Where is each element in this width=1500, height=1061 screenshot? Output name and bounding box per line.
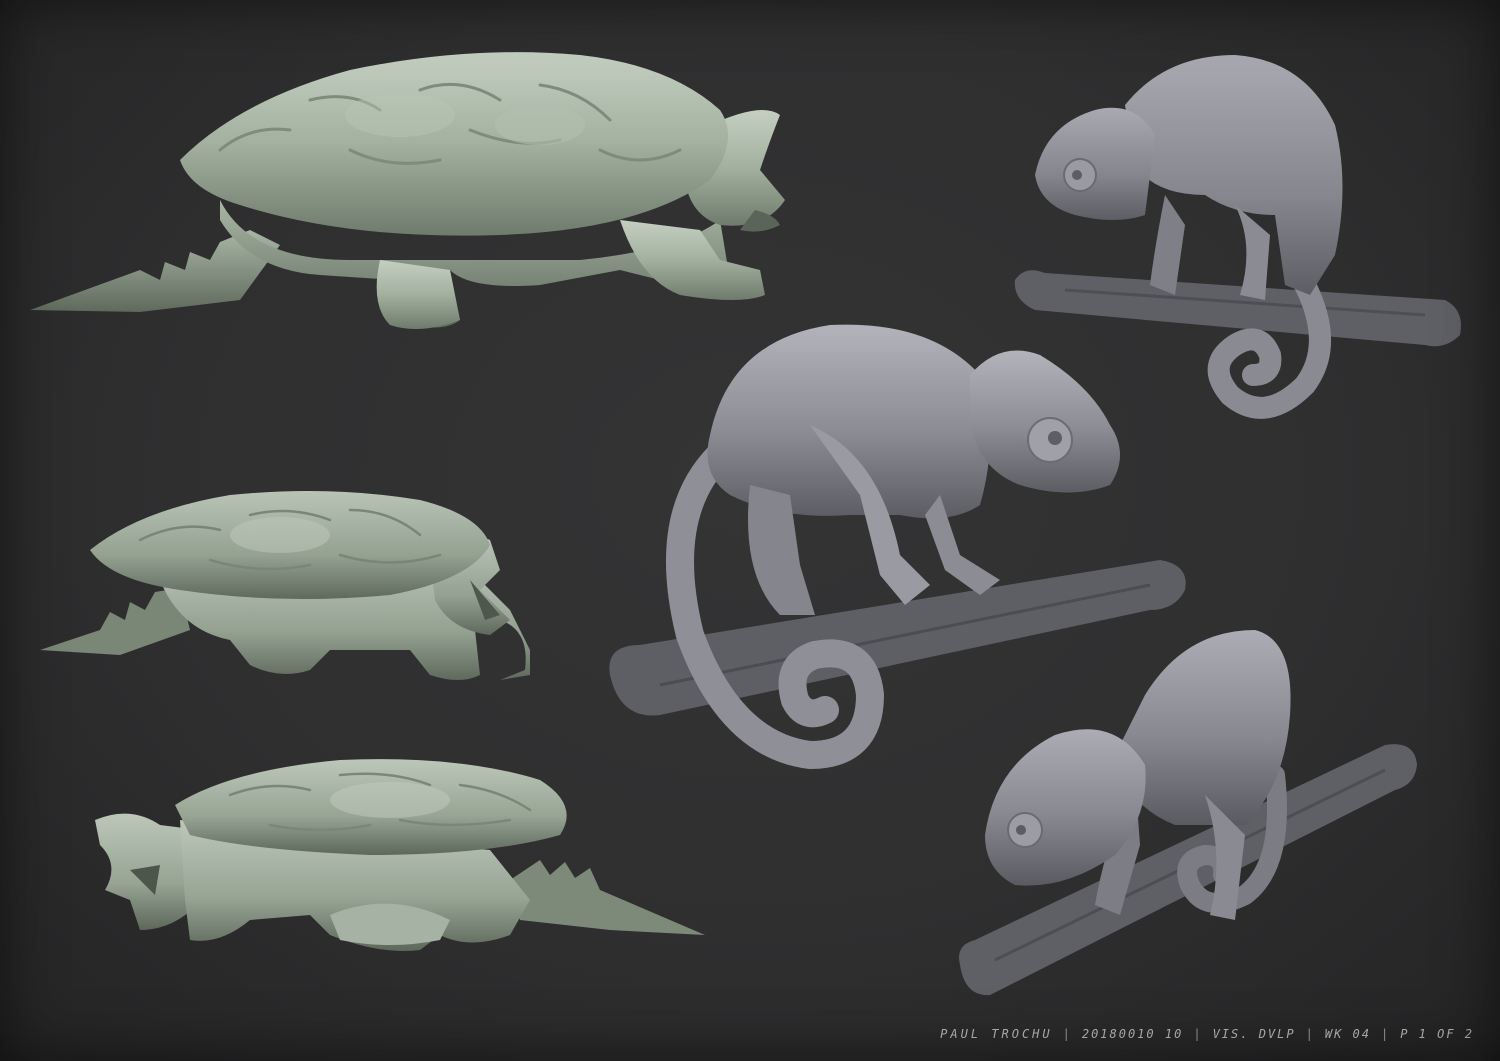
footer-separator: | [1380, 1027, 1391, 1041]
concept-sheet: PAUL TROCHU | 20180010 10 | VIS. DVLP | … [0, 0, 1500, 1061]
footer-separator: | [1193, 1027, 1203, 1041]
chameleon-on-branch-bottom [959, 630, 1417, 996]
footer-week: WK 04 [1324, 1027, 1371, 1041]
artist-name: PAUL TROCHU [940, 1027, 1053, 1041]
footer-separator: | [1062, 1027, 1072, 1041]
footer-date: 20180010 10 [1081, 1027, 1184, 1041]
footer-page: P 1 OF 2 [1400, 1027, 1474, 1041]
footer-separator: | [1305, 1027, 1315, 1041]
snapping-turtle-three-quarter-view [40, 491, 530, 680]
footer-project: VIS. DVLP [1212, 1027, 1296, 1041]
snapping-turtle-side-view [30, 52, 785, 329]
artist-footer: PAUL TROCHU | 20180010 10 | VIS. DVLP | … [940, 1027, 1474, 1041]
